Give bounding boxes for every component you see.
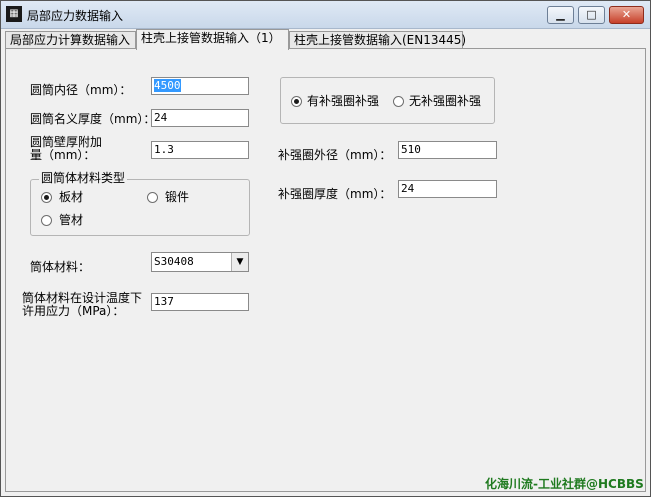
watermark: 化海川流-工业社群@HCBBS <box>485 477 644 491</box>
wall-allowance-input[interactable]: 1.3 <box>151 141 249 159</box>
pipe-radio[interactable] <box>41 215 52 226</box>
without-ring-radio-label[interactable]: 无补强圈补强 <box>409 95 481 108</box>
nominal-thickness-input[interactable]: 24 <box>151 109 249 127</box>
allowable-stress-label-line2: 许用应力（MPa）： <box>22 304 125 318</box>
tab-shell-nozzle-en13445[interactable]: 柱壳上接管数据输入(EN13445) <box>289 31 466 49</box>
allowable-stress-input[interactable]: 137 <box>151 293 249 311</box>
chevron-down-icon[interactable]: ▼ <box>231 253 248 271</box>
shell-material-label: 筒体材料： <box>30 260 91 274</box>
reinforcement-group: 有补强圈补强 无补强圈补强 <box>280 77 495 124</box>
inner-diameter-label: 圆筒内径（mm）： <box>30 83 132 97</box>
wall-allowance-label-line2: 量（mm）： <box>30 148 96 162</box>
ring-thickness-label: 补强圈厚度（mm）： <box>278 187 392 201</box>
minimize-button[interactable]: ▁ <box>547 6 574 24</box>
without-ring-radio[interactable] <box>393 96 404 107</box>
plate-radio[interactable] <box>41 192 52 203</box>
ring-outer-diameter-input[interactable]: 510 <box>398 141 497 159</box>
plate-radio-label[interactable]: 板材 <box>59 191 83 204</box>
material-type-title: 圆筒体材料类型 <box>39 171 128 185</box>
ring-outer-diameter-label: 补强圈外径（mm）： <box>278 148 392 162</box>
with-ring-radio-label[interactable]: 有补强圈补强 <box>307 95 379 108</box>
main-window: ▦ 局部应力数据输入 ▁ □ ✕ 局部应力计算数据输入 柱壳上接管数据输入（1）… <box>0 0 651 497</box>
forging-radio[interactable] <box>147 192 158 203</box>
tab-shell-nozzle-1[interactable]: 柱壳上接管数据输入（1） <box>136 29 289 50</box>
shell-material-select[interactable]: S30408 ▼ <box>151 252 249 272</box>
tab-local-stress[interactable]: 局部应力计算数据输入 <box>5 31 136 49</box>
nominal-thickness-label: 圆筒名义厚度（mm）： <box>30 112 156 126</box>
maximize-button[interactable]: □ <box>578 6 605 24</box>
close-button[interactable]: ✕ <box>609 6 644 24</box>
material-type-group: 圆筒体材料类型 板材 锻件 管材 <box>30 172 250 236</box>
title-bar[interactable]: ▦ 局部应力数据输入 ▁ □ ✕ <box>1 1 650 29</box>
inner-diameter-input[interactable]: 4500 <box>151 77 249 95</box>
ring-thickness-input[interactable]: 24 <box>398 180 497 198</box>
forging-radio-label[interactable]: 锻件 <box>165 191 189 204</box>
tab-panel: 圆筒内径（mm）： 4500 圆筒名义厚度（mm）： 24 圆筒壁厚附加 量（m… <box>5 48 646 492</box>
pipe-radio-label[interactable]: 管材 <box>59 214 83 227</box>
with-ring-radio[interactable] <box>291 96 302 107</box>
app-icon: ▦ <box>6 6 22 22</box>
shell-material-value: S30408 <box>154 255 194 268</box>
window-title: 局部应力数据输入 <box>27 9 124 23</box>
